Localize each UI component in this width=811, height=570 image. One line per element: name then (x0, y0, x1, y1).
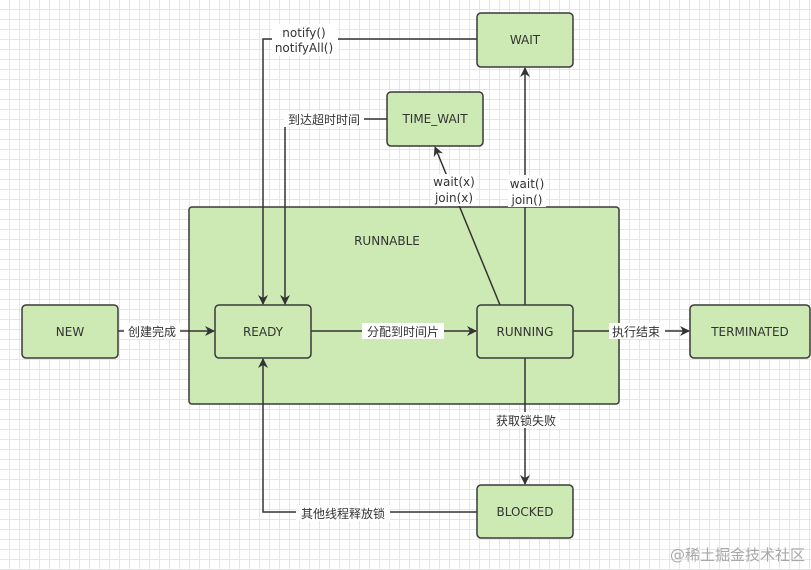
node-time-wait-label: TIME_WAIT (401, 112, 468, 126)
node-ready-label: READY (243, 325, 284, 339)
label-wait: wait() (510, 177, 545, 191)
label-join-x: join(x) (434, 191, 473, 205)
label-blocked-ready: 其他线程释放锁 (301, 506, 385, 521)
label-wait-x: wait(x) (433, 175, 475, 189)
node-wait-label: WAIT (510, 33, 541, 47)
watermark: @稀土掘金技术社区 (670, 546, 805, 564)
node-new-label: NEW (56, 325, 85, 339)
label-time-wait-ready: 到达超时时间 (288, 112, 360, 127)
label-new-ready: 创建完成 (128, 324, 176, 339)
label-join: join() (511, 193, 543, 207)
label-notify-all: notifyAll() (275, 41, 333, 55)
label-ready-running: 分配到时间片 (367, 325, 439, 339)
runnable-label: RUNNABLE (354, 234, 420, 248)
state-diagram: RUNNABLE 创建完成 分配到时间片 执行结束 获取锁失败 其他线程释放锁 … (21, 12, 811, 564)
label-running-blocked: 获取锁失败 (496, 413, 556, 428)
node-blocked-label: BLOCKED (496, 505, 553, 519)
label-running-terminated: 执行结束 (612, 325, 660, 339)
node-running-label: RUNNING (497, 325, 554, 339)
node-terminated-label: TERMINATED (710, 325, 789, 339)
label-notify: notify() (282, 26, 325, 40)
